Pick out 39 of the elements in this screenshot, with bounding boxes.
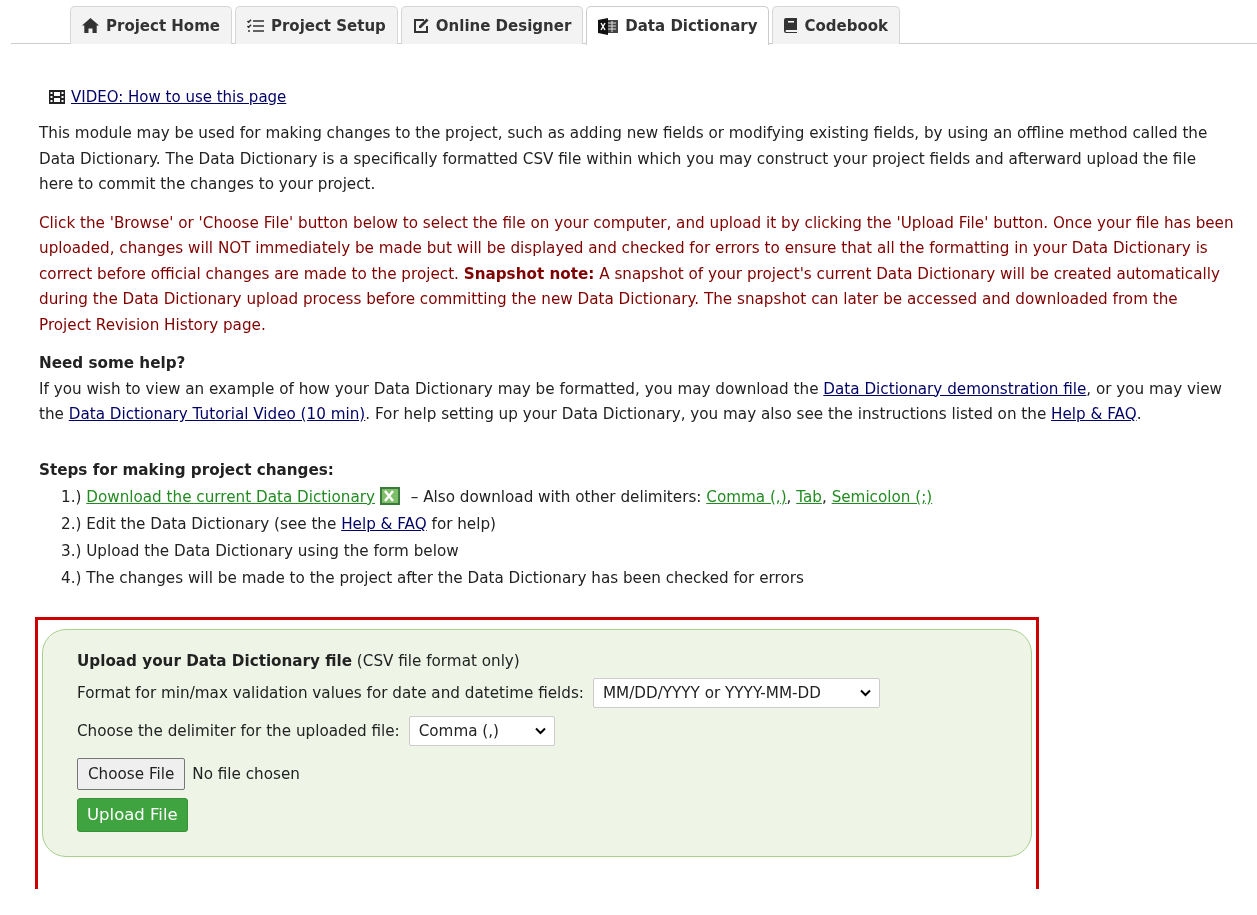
tab[interactable]: Project Home <box>70 6 232 44</box>
help-paragraph: If you wish to view an example of how your Data Dictionary may be formatted, you may download the Data Dictionary demonstration file, or you may view the Data Dictionary Tutorial Video (10 min). For help setting up your Data Dictionary, you may also see the instructions listed on the Help & FAQ. <box>39 378 1223 425</box>
file-status: No file chosen <box>192 764 300 783</box>
help-heading: Need some help? <box>39 353 187 374</box>
download-link[interactable]: Comma (,) <box>706 487 787 506</box>
upload-title: Upload your Data Dictionary file (CSV file format only) <box>77 651 521 670</box>
chevron-icon <box>859 688 871 697</box>
step-item: 4.) The changes will be made to the project after the Data Dictionary has been checked for errors <box>60 567 805 589</box>
tab[interactable]: Data Dictionary <box>586 6 770 45</box>
choose-file-button[interactable]: Choose File <box>77 757 186 790</box>
delimiter-select[interactable]: Comma (,) <box>408 715 555 746</box>
date-format-select[interactable]: MM/DD/YYYY or YYYY-MM-DD <box>592 677 880 708</box>
tab[interactable]: Codebook <box>772 6 901 44</box>
help-link[interactable]: Data Dictionary demonstration file <box>823 379 1087 398</box>
tab[interactable]: Project Setup <box>234 6 398 44</box>
step-item: 2.) Edit the Data Dictionary (see the Help & FAQ for help) <box>60 513 497 535</box>
download-link[interactable]: Tab <box>796 487 822 506</box>
delimiter-label: Choose the delimiter for the uploaded file: <box>77 721 400 740</box>
home-icon <box>82 18 99 33</box>
tab[interactable]: Online Designer <box>400 6 584 44</box>
step-item: 1.) Download the current Data Dictionary – Also download with other delimiters: Comma (,), Tab, Semicolon (;) <box>60 485 934 508</box>
intro-paragraph: This module may be used for making changes to the project, such as adding new fields or modifying existing fields, by using an offline method called the Data Dictionary. The Data Dictionary is a specifically formatted CSV file within which you may construct your project fields and afterward upload the file here to commit the changes to your project. <box>39 123 1209 195</box>
instructions-paragraph: Click the 'Browse' or 'Choose File' button below to select the file on your computer, and upload it by clicking the 'Upload File' button. Once your file has been uploaded, changes will NOT immediately be made but will be displayed and checked for errors to ensure that all the formatting in your Data Dictionary is correct before official changes are made to the project. Snapshot note: A snapshot of your project's current Data Dictionary will be created automatically during the Data Dictionary upload process before committing the new Data Dictionary. The snapshot can later be accessed and downloaded from the Project Revision History page. <box>39 212 1234 336</box>
steps-heading: Steps for making project changes: <box>39 459 335 481</box>
video-link[interactable]: VIDEO: How to use this page <box>71 88 287 106</box>
help-link[interactable]: Help & FAQ <box>341 514 427 533</box>
help-link[interactable]: Help & FAQ <box>1051 405 1137 423</box>
download-link[interactable]: Semicolon (;) <box>831 487 933 506</box>
help-link[interactable]: Data Dictionary Tutorial Video (10 min) <box>68 405 366 423</box>
step-item: 3.) Upload the Data Dictionary using the form below <box>60 540 460 562</box>
book-icon <box>784 18 798 33</box>
film-icon <box>49 90 65 104</box>
checklist-icon <box>246 18 264 33</box>
chevron-icon <box>534 726 546 735</box>
spreadsheet-icon[interactable] <box>379 486 400 505</box>
spreadsheet-icon <box>598 17 619 35</box>
edit-icon <box>412 18 429 33</box>
date-format-label: Format for min/max validation values for date and datetime fields: <box>77 683 584 702</box>
download-link[interactable]: Download the current Data Dictionary <box>86 487 375 506</box>
